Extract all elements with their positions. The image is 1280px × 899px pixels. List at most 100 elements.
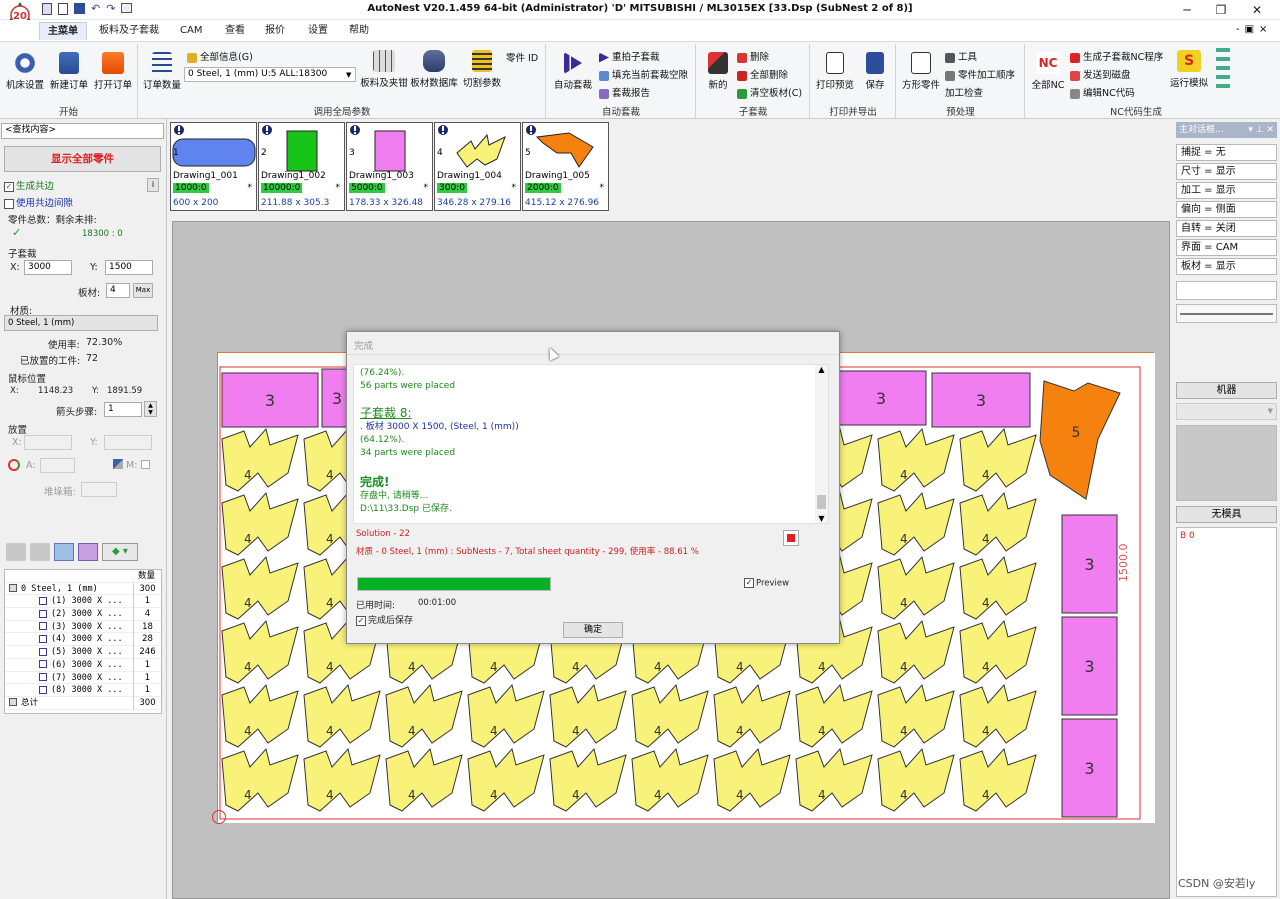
no-tool-button[interactable]: 无模具 (1176, 506, 1277, 523)
subnest-x-input[interactable]: 3000 (24, 260, 72, 275)
property-row[interactable]: 加工 = 显示 (1176, 182, 1277, 199)
nested-part-label[interactable]: 4 (900, 532, 908, 546)
tree-row[interactable]: (3) 3000 X ... 18 (5, 620, 161, 634)
scroll-down-icon[interactable]: ▼ (815, 514, 828, 523)
max-button[interactable]: Max (133, 283, 153, 298)
nested-part-label[interactable]: 4 (654, 788, 662, 802)
log-scrollbar[interactable]: ▲ ▼ (815, 365, 828, 523)
all-nc-button[interactable]: NC 全部NC (1028, 52, 1068, 91)
nested-part-label[interactable]: 4 (900, 596, 908, 610)
property-row[interactable]: 捕捉 = 无 (1176, 144, 1277, 161)
extra-tools-icon[interactable] (1216, 48, 1230, 88)
tab-quote[interactable]: 报价 (257, 22, 293, 40)
tree-row[interactable]: 0 Steel, 1 (mm) 300 (5, 582, 161, 596)
print-preview-button[interactable]: 打印预览 (813, 52, 857, 91)
edit-nc-button[interactable]: 编辑NC代码 (1070, 85, 1135, 99)
export-icon[interactable] (78, 543, 98, 561)
tree-row[interactable]: 总计 300 (5, 696, 161, 710)
nested-part-label[interactable]: 4 (982, 468, 990, 482)
nested-part-label[interactable]: 4 (326, 660, 334, 674)
scroll-thumb[interactable] (817, 495, 826, 509)
nested-part-label[interactable]: 4 (244, 596, 252, 610)
nested-part-label[interactable]: 4 (244, 724, 252, 738)
panel-pin-icon[interactable]: ▾ ⊥ ✕ (1248, 122, 1274, 138)
fill-blank-button[interactable]: 填充当前套裁空隙 (599, 67, 688, 81)
open-order-button[interactable]: 打开订单 (92, 52, 134, 91)
nested-part-label[interactable]: 3 (876, 389, 886, 408)
nested-part-label[interactable]: 4 (982, 660, 990, 674)
gen-subnest-nc-button[interactable]: 生成子套裁NC程序 (1070, 49, 1163, 63)
gen-common-checkbox[interactable]: ✓ 生成共边 (4, 178, 54, 192)
property-row[interactable]: 偏向 = 侧面 (1176, 201, 1277, 218)
part-card[interactable]: 1 Drawing1_001 1000:0 * 600 x 200 (170, 122, 257, 211)
cut-params-button[interactable]: 切割参数 (459, 50, 505, 89)
nested-part-label[interactable]: 4 (818, 788, 826, 802)
sheet-database-button[interactable]: 板材数据库 (409, 50, 459, 89)
send-to-disk-button[interactable]: 发送到磁盘 (1070, 67, 1131, 81)
square-part-button[interactable]: 方形零件 (899, 52, 943, 91)
nested-part-label[interactable]: 4 (982, 596, 990, 610)
machine-button[interactable]: 机器 (1176, 382, 1277, 399)
nest-log[interactable]: (76.24%). 56 parts were placed 子套裁 8: . 板材 … (353, 364, 829, 524)
order-qty-button[interactable]: 订单数量 (141, 52, 183, 91)
nested-part-label[interactable]: 4 (326, 724, 334, 738)
tab-view[interactable]: 查看 (217, 22, 253, 40)
nested-part-label[interactable]: 4 (244, 532, 252, 546)
right-empty-field[interactable] (1176, 281, 1277, 300)
nested-part-label[interactable]: 3 (265, 391, 275, 410)
delete-subnest-button[interactable]: 删除 (737, 49, 769, 63)
place-a-input[interactable] (40, 458, 75, 473)
tab-help[interactable]: 帮助 (341, 22, 377, 40)
part-card[interactable]: 5 Drawing1_005 2000:0 * 415.12 x 276.96 (522, 122, 609, 211)
ribbon-window-controls[interactable]: -▣× (1236, 24, 1272, 35)
nested-part-label[interactable]: 5 (1072, 425, 1081, 441)
place-x-input[interactable] (24, 435, 72, 450)
nested-part-label[interactable]: 4 (736, 660, 744, 674)
nested-part-label[interactable]: 4 (490, 724, 498, 738)
nested-part-label[interactable]: 4 (736, 788, 744, 802)
sort-dropdown[interactable]: ◆ ▾ (102, 543, 138, 561)
part-card[interactable]: 4 Drawing1_004 300:0 * 346.28 x 279.16 (434, 122, 521, 211)
renest-button[interactable]: 重拍子套裁 (599, 49, 660, 63)
nested-part-label[interactable]: 3 (332, 389, 342, 408)
arrow-step-spinner[interactable]: ▲ ▼ (144, 401, 157, 417)
scroll-up-icon[interactable]: ▲ (815, 365, 828, 374)
tab-sheet-subnest[interactable]: 板料及子套裁 (91, 22, 167, 40)
rotate-icon[interactable] (8, 459, 20, 471)
info-button[interactable]: i (147, 178, 159, 192)
nested-part-label[interactable]: 4 (982, 788, 990, 802)
combo-chevron-down-icon[interactable]: ▼ (346, 71, 351, 79)
tree-row[interactable]: (7) 3000 X ... 1 (5, 671, 161, 685)
nested-part-label[interactable]: 4 (736, 724, 744, 738)
show-all-parts-button[interactable]: 显示全部零件 (4, 146, 161, 172)
nest-report-button[interactable]: 套裁报告 (599, 85, 650, 99)
nested-part-label[interactable]: 3 (1084, 555, 1094, 574)
nested-part-label[interactable]: 4 (408, 724, 416, 738)
right-slider[interactable] (1176, 304, 1277, 323)
property-row[interactable]: 界面 = CAM (1176, 239, 1277, 256)
search-input[interactable]: <查找内容> (1, 123, 164, 139)
nested-part-label[interactable]: 4 (326, 596, 334, 610)
nested-part-label[interactable]: 4 (326, 468, 334, 482)
tool-button[interactable]: 工具 (945, 49, 977, 63)
mirror-checkbox[interactable] (141, 460, 150, 469)
nested-part-label[interactable]: 4 (572, 724, 580, 738)
sheet-count-input[interactable]: 4 (106, 283, 130, 298)
nested-part-label[interactable]: 4 (572, 788, 580, 802)
stop-button[interactable] (783, 530, 799, 546)
nested-part-label[interactable]: 4 (654, 724, 662, 738)
nested-part-label[interactable]: 4 (490, 660, 498, 674)
nested-part-label[interactable]: 4 (900, 660, 908, 674)
nested-part-label[interactable]: 3 (1084, 759, 1094, 778)
all-info-button[interactable]: 全部信息(G) (187, 49, 253, 63)
nested-part-label[interactable]: 3 (976, 391, 986, 410)
tree-row[interactable]: (2) 3000 X ... 4 (5, 608, 161, 621)
tree-row[interactable]: (8) 3000 X ... 1 (5, 684, 161, 697)
sheet-fixture-button[interactable]: 板料及夹钳 (359, 50, 409, 89)
run-simulation-button[interactable]: S 运行模拟 (1166, 50, 1212, 89)
material-select[interactable]: 0 Steel, 1 (mm) (4, 315, 158, 331)
arrow-step-input[interactable]: 1 (104, 402, 142, 417)
nested-part-label[interactable]: 4 (654, 660, 662, 674)
new-order-button[interactable]: 新建订单 (48, 52, 90, 91)
tab-main[interactable]: 主菜单 (39, 22, 87, 40)
